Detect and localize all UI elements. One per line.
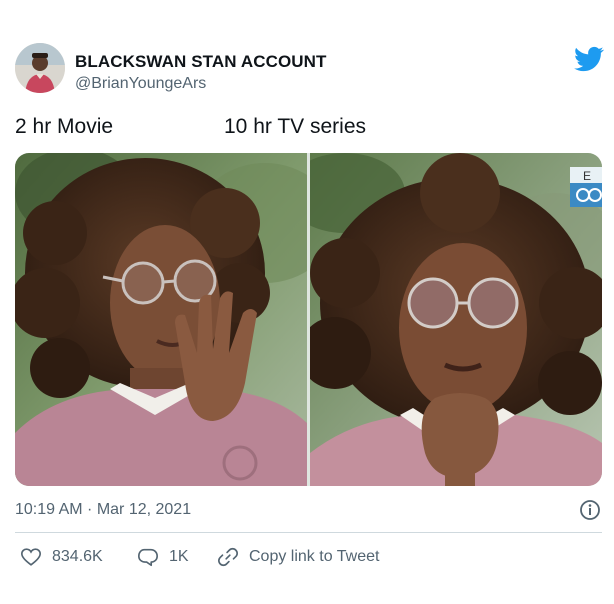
like-button[interactable]: 834.6K [20,545,103,569]
photo-left [15,153,307,486]
caption-right: 10 hr TV series [224,115,367,138]
reply-button[interactable]: 1K [137,545,189,569]
tweet-timestamp[interactable]: 10:19 AM · Mar 12, 2021 [15,501,191,519]
tweet-media[interactable]: E [15,153,602,486]
avatar[interactable] [15,43,65,93]
reply-count: 1K [169,548,189,565]
photo-right: E [310,153,602,486]
author-handle[interactable]: @BrianYoungeArs [75,75,206,93]
link-icon [218,547,238,567]
copy-link-label: Copy link to Tweet [249,548,380,565]
heart-icon [21,548,41,566]
overlay-text: E [583,169,591,183]
copy-link-button[interactable]: Copy link to Tweet [217,545,379,569]
reply-bubble-icon [138,548,158,567]
twitter-bird-icon [574,44,604,74]
author-display-name[interactable]: BLACKSWAN STAN ACCOUNT [75,52,327,72]
info-icon[interactable] [579,499,601,521]
caption-left: 2 hr Movie [15,115,114,138]
like-count: 834.6K [52,548,103,565]
divider [15,532,602,533]
tweet-card: BLACKSWAN STAN ACCOUNT @BrianYoungeArs 2… [0,33,614,575]
